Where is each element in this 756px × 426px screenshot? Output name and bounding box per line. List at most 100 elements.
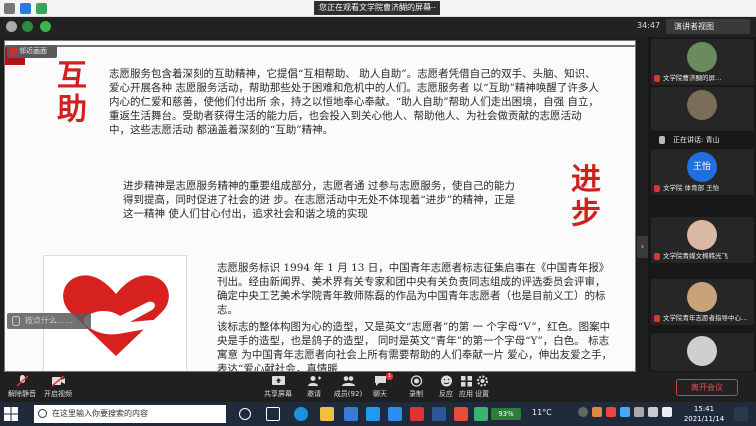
participant-name: 文学院曹济醐的屏… <box>654 74 752 83</box>
presenter-label[interactable]: 邻近画面 <box>7 45 57 58</box>
volume-icon[interactable] <box>648 407 658 417</box>
shared-document: 互助 志愿服务包含着深刻的互助精神，它提倡“互相帮助、 助人自助”。志愿者凭借自… <box>4 40 636 372</box>
info-icon[interactable] <box>4 3 15 14</box>
gear-icon <box>476 375 488 387</box>
encryption-icon[interactable] <box>40 21 51 32</box>
edge-browser-icon[interactable] <box>294 407 308 421</box>
windows-start-icon[interactable] <box>4 407 18 421</box>
check-icon[interactable] <box>36 3 47 14</box>
paragraph-mutual-aid: 志愿服务包含着深刻的互助精神，它提倡“互相帮助、 助人自助”。志愿者凭借自己的双… <box>109 68 599 136</box>
participant-tile[interactable]: 文学院曹济醐的屏… <box>651 39 754 85</box>
add-user-icon <box>307 376 321 386</box>
participant-name: 文学院青媒文棉韩光飞 <box>654 252 752 261</box>
qq-icon[interactable] <box>366 407 380 421</box>
collapse-sidebar-button[interactable]: › <box>637 236 648 258</box>
chevron-right-icon: › <box>640 242 645 251</box>
wps-icon[interactable] <box>410 407 424 421</box>
participant-tile[interactable]: 王怡 文学院 体育部 王怡 <box>651 149 754 195</box>
chat-icon <box>374 376 386 386</box>
settings-button[interactable]: 设置 <box>460 374 504 401</box>
participant-name-text: 文学院 体育部 王怡 <box>663 184 720 192</box>
paragraph-logo-meaning: 该标志的整体构图为心的造型，又是英文“志愿者”的第 一 个字母“V”，红色。图案… <box>217 321 613 372</box>
view-mode-button[interactable]: 演讲者视图 <box>666 19 750 34</box>
participant-name-text: 文学院曹济醐的屏… <box>663 74 722 82</box>
start-video-label: 开启视频 <box>44 390 72 398</box>
meeting-control-bar: 解除静音 开启视频 共享屏幕 邀请 成员(92) 1 聊天 录制 反应 应用 设… <box>0 372 756 402</box>
heading-mutual-aid: 互助 <box>51 59 86 127</box>
video-off-icon <box>51 375 65 387</box>
search-icon <box>38 409 47 418</box>
participant-tile[interactable] <box>651 333 754 371</box>
avatar <box>687 42 717 72</box>
zoom-app-icon[interactable] <box>388 407 402 421</box>
input-method-icon[interactable] <box>662 407 672 417</box>
screen-share-banner[interactable]: 您正在观看文学院曹济醐的屏幕 ⋯ <box>314 1 440 15</box>
record-dot-icon <box>10 48 17 55</box>
participant-tile[interactable] <box>651 87 754 131</box>
share-screen-icon <box>271 376 285 385</box>
avatar <box>687 90 717 120</box>
participant-tile[interactable]: 文学院青媒文棉韩光飞 <box>651 217 754 263</box>
muted-mic-icon <box>654 185 660 192</box>
paragraph-logo-history: 志愿服务标识 1994 年 1 月 13 日，中国青年志愿者标志征集启事在《中国… <box>217 262 610 316</box>
battery-indicator[interactable]: 93% <box>491 408 521 420</box>
tray-app-icon[interactable] <box>592 407 602 417</box>
participant-name-text: 文学院青媒文棉韩光飞 <box>663 252 728 260</box>
participant-name: 文学院青年志愿者指导中心… <box>654 314 752 323</box>
file-explorer-icon[interactable] <box>320 407 334 421</box>
windows-taskbar: 在这里输入你要搜索的内容 93% 11°C 15:41 2021/11/14 <box>0 402 756 426</box>
leave-meeting-button[interactable]: 离开会议 <box>676 379 738 396</box>
battery-text: 93% <box>498 410 514 418</box>
system-top-bar: 您正在观看文学院曹济醐的屏幕 ⋯ <box>0 0 756 17</box>
muted-mic-icon <box>654 253 660 260</box>
chat-badge: 1 <box>385 373 393 380</box>
tray-app-icon[interactable] <box>620 407 630 417</box>
participant-name: 文学院 体育部 王怡 <box>654 184 752 193</box>
mic-icon <box>12 316 20 326</box>
avatar: 王怡 <box>687 152 717 182</box>
more-icon[interactable]: ⋯ <box>428 1 436 15</box>
share-banner-text: 您正在观看文学院曹济醐的屏幕 <box>319 3 431 12</box>
presenter-label-text: 邻近画面 <box>19 47 47 55</box>
weather-text: 11°C <box>532 408 552 417</box>
pdf-icon[interactable] <box>454 407 468 421</box>
participant-tile[interactable]: 文学院青年志愿者指导中心… <box>651 279 754 325</box>
participant-name-text: 文学院青年志愿者指导中心… <box>663 314 748 322</box>
active-speaker-text: 正在讲话: 青山 <box>673 136 720 144</box>
shared-screen-stage: 互助 志愿服务包含着深刻的互助精神，它提倡“互相帮助、 助人自助”。志愿者凭借自… <box>0 37 648 372</box>
taskbar-clock[interactable]: 15:41 2021/11/14 <box>678 404 730 424</box>
taskbar-search-input[interactable]: 在这里输入你要搜索的内容 <box>34 405 226 423</box>
cortana-icon[interactable] <box>239 408 251 420</box>
participant-sidebar: 文学院曹济醐的屏… 正在讲话: 青山 王怡 文学院 体育部 王怡 文学院青媒文棉… <box>648 37 756 372</box>
shield-icon[interactable] <box>22 21 33 32</box>
record-icon <box>410 375 422 387</box>
wifi-icon[interactable] <box>634 407 644 417</box>
word-icon[interactable] <box>432 407 446 421</box>
notification-icon[interactable] <box>734 407 748 421</box>
zoom-top-strip: 34:47 演讲者视图 <box>0 17 756 37</box>
meeting-timer: 34:47 <box>637 21 661 30</box>
muted-mic-icon <box>15 375 29 387</box>
document-top-rule <box>5 45 635 47</box>
muted-mic-icon <box>654 75 660 82</box>
mic-icon <box>659 136 665 144</box>
shield-icon[interactable] <box>20 3 31 14</box>
document-page: 互助 志愿服务包含着深刻的互助精神，它提倡“互相帮助、 助人自助”。志愿者凭借自… <box>5 41 635 372</box>
start-video-button[interactable]: 开启视频 <box>36 374 80 401</box>
clock-time: 15:41 <box>693 405 715 413</box>
avatar <box>687 336 717 366</box>
leave-meeting-label: 离开会议 <box>691 383 723 392</box>
info-icon[interactable] <box>6 21 17 32</box>
wechat-icon[interactable] <box>474 407 488 421</box>
weather-widget[interactable]: 11°C <box>532 408 552 417</box>
tray-app-icon[interactable] <box>606 407 616 417</box>
screen: 您正在观看文学院曹济醐的屏幕 ⋯ 34:47 演讲者视图 互助 志愿服务包含着深… <box>0 0 756 426</box>
muted-mic-icon <box>654 315 660 322</box>
avatar <box>687 220 717 250</box>
mute-notice[interactable]: 按点什么…… <box>7 313 91 329</box>
mute-notice-text: 按点什么…… <box>25 316 73 325</box>
tray-app-icon[interactable] <box>578 407 588 417</box>
store-icon[interactable] <box>344 407 358 421</box>
task-view-icon[interactable] <box>266 407 280 421</box>
avatar <box>687 282 717 312</box>
